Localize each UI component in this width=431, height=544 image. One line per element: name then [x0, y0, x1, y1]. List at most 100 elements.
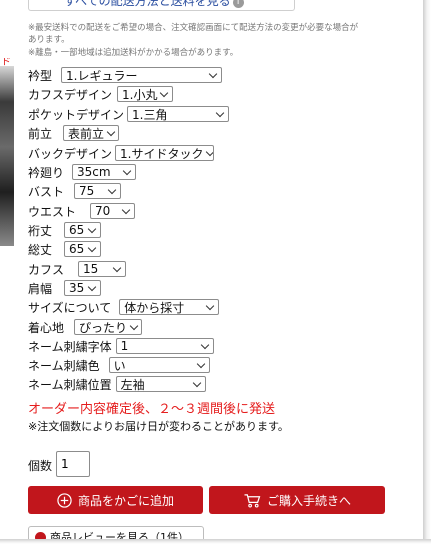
select-value: ぴったり: [79, 320, 128, 335]
review-icon: [35, 531, 46, 539]
shipping-note-3: ※離島・一部地域は追加送料がかかる場合があります。: [28, 48, 239, 58]
option-row-collar-type: 衿型 1.レギュラー: [28, 66, 223, 84]
sleeve-length-select[interactable]: 65: [64, 222, 102, 238]
select-value: 1.レギュラー: [66, 68, 138, 83]
option-row-placket: 前立 表前立: [28, 124, 120, 142]
cuffs-select[interactable]: 15: [78, 261, 127, 277]
option-row-sleeve-length: 裄丈 65: [28, 221, 102, 239]
shipping-link-label[interactable]: すべての配送方法と送料を見る: [64, 0, 231, 8]
add-to-cart-button[interactable]: 商品をかごに追加: [28, 486, 203, 514]
screenshot-shadow-bottom: [0, 539, 431, 544]
screenshot-shadow-right: [423, 0, 431, 544]
option-row-name-color: ネーム刺繍色 い: [28, 356, 210, 374]
option-label: 衿型: [28, 68, 53, 83]
shoulder-select[interactable]: 35: [64, 280, 102, 296]
select-value: 75: [79, 184, 95, 198]
option-row-cuffs-design: カフスデザイン 1.小丸: [28, 85, 174, 103]
fit-select[interactable]: ぴったり: [74, 319, 143, 335]
shopping-cart-icon: [244, 493, 261, 508]
select-value: い: [113, 358, 126, 373]
option-row-pocket-design: ポケットデザイン 1.三角: [28, 105, 230, 123]
option-row-waist: ウエスト 70: [28, 202, 136, 220]
chevron-down-icon: [192, 378, 201, 387]
chevron-down-icon: [121, 205, 131, 214]
option-row-fit: 着心地 ぴったり: [28, 318, 143, 336]
product-photo: [0, 66, 14, 246]
neck-select[interactable]: 35cm: [72, 164, 137, 180]
option-label: カフス: [28, 262, 65, 277]
select-value: 35: [69, 281, 85, 295]
select-value: 65: [69, 223, 85, 237]
option-label: 肩幅: [28, 281, 53, 296]
back-design-select[interactable]: 1.サイドタック: [115, 145, 215, 161]
shipping-note-2: あります。: [28, 35, 70, 45]
plus-circle-icon: [57, 492, 72, 508]
select-value: 1.小丸: [122, 87, 158, 102]
chevron-down-icon: [206, 301, 215, 310]
cuffs-design-select[interactable]: 1.小丸: [117, 86, 174, 102]
name-font-select[interactable]: 1: [115, 338, 214, 354]
option-label: バックデザイン: [28, 146, 113, 161]
option-row-size-about: サイズについて 体から採寸: [28, 298, 220, 316]
option-label: バスト: [28, 184, 65, 199]
chevron-down-icon: [87, 224, 97, 233]
select-value: 15: [83, 262, 99, 276]
option-label: ネーム刺繍位置: [28, 377, 112, 392]
name-position-select[interactable]: 左袖: [115, 376, 206, 392]
chevron-down-icon: [107, 185, 117, 194]
add-to-cart-label: 商品をかごに追加: [77, 493, 174, 508]
select-value: 体から採寸: [124, 300, 185, 315]
pocket-design-select[interactable]: 1.三角: [127, 106, 230, 122]
option-label: 総丈: [28, 242, 53, 257]
waist-select[interactable]: 70: [90, 203, 136, 219]
view-reviews-label: 商品レビューを見る（1件）: [50, 531, 189, 539]
name-color-select[interactable]: い: [108, 357, 210, 373]
select-value: 35cm: [77, 165, 111, 179]
option-row-shoulder: 肩幅 35: [28, 279, 102, 297]
select-value: 65: [69, 242, 85, 256]
select-value: 1.サイドタック: [120, 146, 204, 161]
option-label: ネーム刺繍色: [28, 358, 100, 373]
total-length-select[interactable]: 65: [64, 241, 102, 257]
option-label: ネーム刺繍字体: [28, 339, 112, 354]
view-reviews-button[interactable]: 商品レビューを見る（1件）: [28, 526, 204, 539]
option-label: ウエスト: [28, 204, 77, 219]
chevron-down-icon: [112, 263, 122, 272]
option-row-neck: 衿廻り 35cm: [28, 163, 137, 181]
photo-tag-text: ド: [1, 58, 11, 68]
option-label: 着心地: [28, 320, 65, 335]
quantity-label: 個数: [28, 459, 53, 473]
option-label: ポケットデザイン: [28, 107, 125, 122]
size-about-select[interactable]: 体から採寸: [119, 299, 220, 315]
chevron-down-icon: [87, 243, 97, 252]
option-row-cuffs: カフス 15: [28, 260, 127, 278]
quantity-input[interactable]: [56, 451, 90, 477]
option-row-back-design: バックデザイン 1.サイドタック: [28, 144, 215, 162]
chevron-down-icon: [106, 127, 116, 136]
chevron-down-icon: [206, 147, 214, 156]
select-value: 表前立: [68, 126, 105, 141]
placket-select[interactable]: 表前立: [63, 125, 120, 141]
option-label: 衿廻り: [28, 165, 65, 180]
info-icon[interactable]: i: [232, 0, 244, 8]
product-options-page: ド すべての配送方法と送料を見る i ※最安送料での配送をご希望の場合、注文確認画…: [0, 0, 423, 539]
checkout-label: ご購入手続きへ: [266, 493, 351, 508]
select-value: 左袖: [120, 377, 145, 392]
chevron-down-icon: [160, 88, 169, 97]
chevron-down-icon: [196, 359, 205, 368]
shipping-methods-link[interactable]: すべての配送方法と送料を見る i: [64, 0, 244, 9]
delivery-date-notice: ※注文個数によりお届け日が変わることがあります。: [28, 420, 289, 433]
option-label: サイズについて: [28, 300, 112, 315]
option-row-total-length: 総丈 65: [28, 240, 102, 258]
select-value: 1.三角: [132, 107, 168, 122]
select-value: 1: [120, 339, 129, 353]
option-label: カフスデザイン: [28, 87, 113, 102]
chevron-down-icon: [208, 69, 218, 78]
select-value: 70: [95, 204, 111, 218]
shipping-note-1: ※最安送料での配送をご希望の場合、注文確認画面にて配送方法の変更が必要な場合が: [28, 23, 359, 33]
bust-select[interactable]: 75: [74, 183, 122, 199]
checkout-button[interactable]: ご購入手続きへ: [209, 486, 385, 514]
collar-type-select[interactable]: 1.レギュラー: [61, 67, 223, 83]
chevron-down-icon: [129, 321, 139, 330]
chevron-down-icon: [122, 166, 132, 175]
